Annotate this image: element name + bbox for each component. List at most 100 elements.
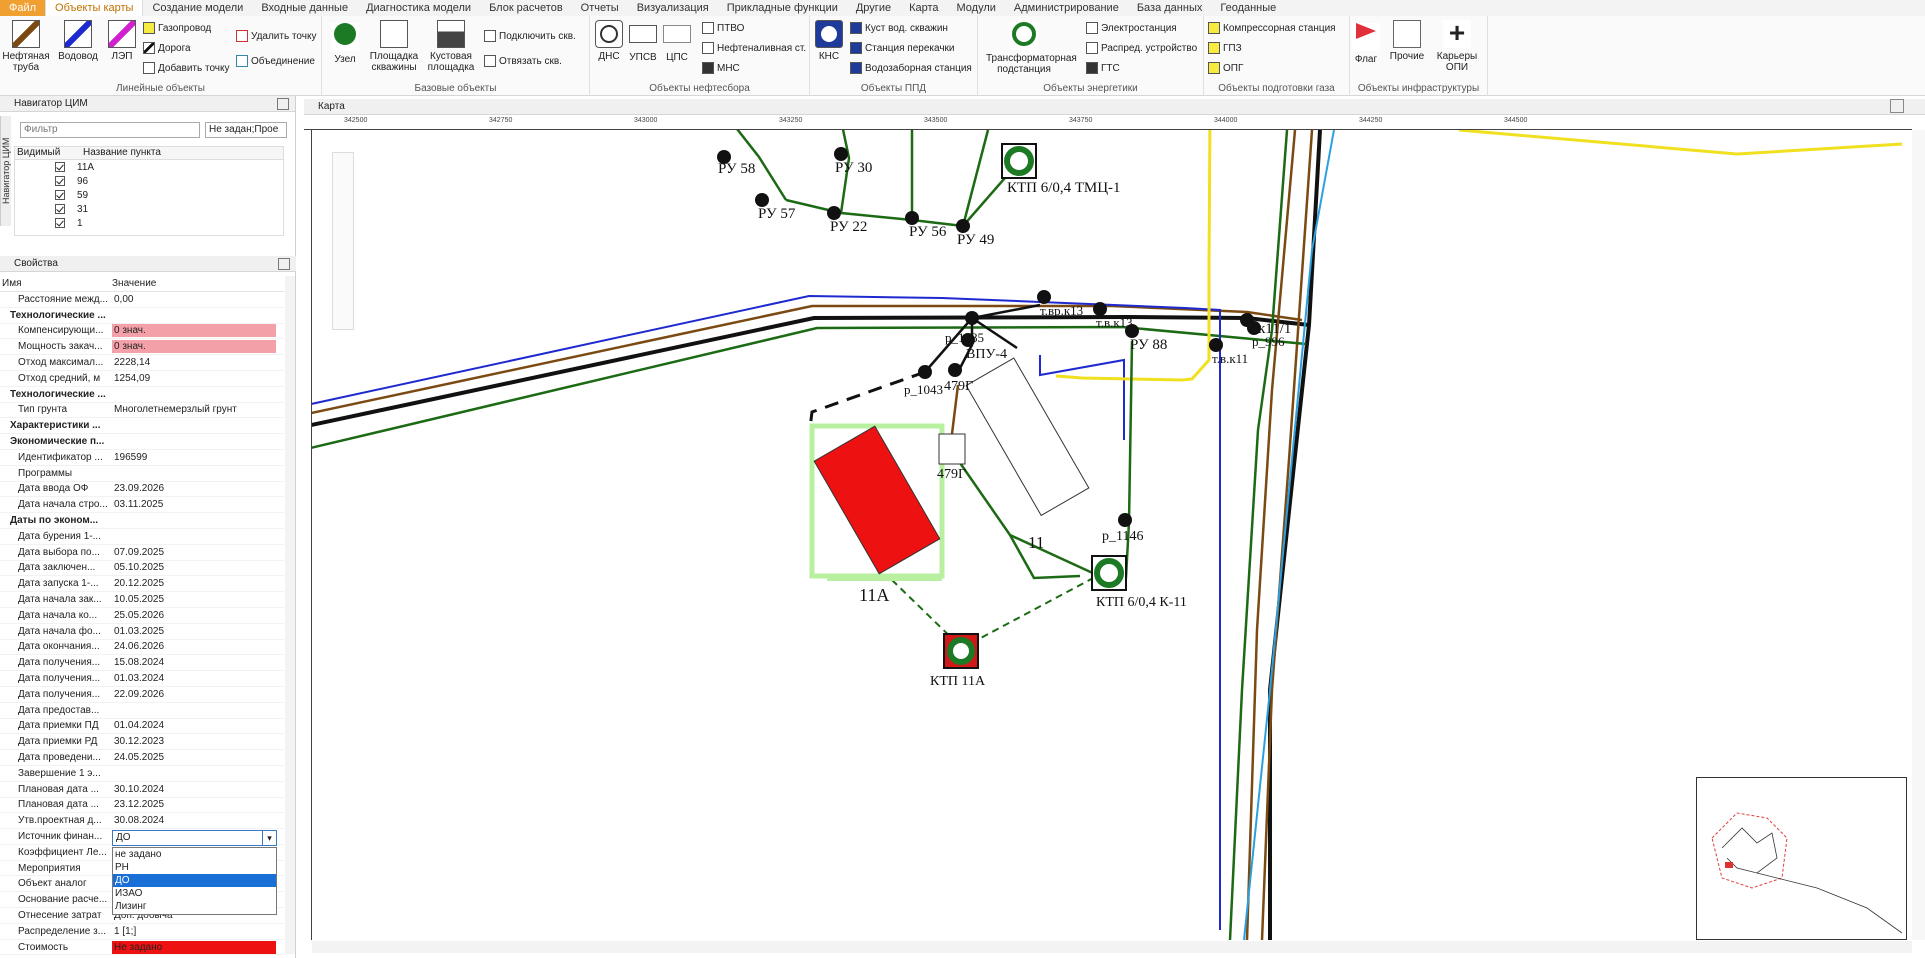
navigator-row[interactable]: 96 [15, 174, 283, 188]
visibility-checkbox[interactable] [55, 204, 65, 214]
property-value[interactable] [112, 467, 276, 480]
property-row[interactable]: Дата начала стро... 03.11.2025 [0, 497, 284, 514]
property-row[interactable]: Отход максимал... 2228,14 [0, 355, 284, 371]
dropdown-option[interactable]: ИЗАО [113, 887, 276, 900]
property-value[interactable] [112, 530, 276, 543]
property-row[interactable]: Дата начала ко... 25.05.2026 [0, 608, 284, 624]
property-row[interactable]: Компенсирующи... 0 знач. [0, 324, 284, 340]
node-button[interactable]: Узел [328, 20, 362, 65]
loading-station-button[interactable]: Нефтеналивная ст. [702, 41, 806, 55]
property-row[interactable]: Экономические п... [0, 434, 284, 450]
remove-point-button[interactable]: Удалить точку [236, 29, 316, 43]
property-value[interactable]: 15.08.2024 [112, 656, 276, 669]
navigator-row[interactable]: 31 [15, 202, 283, 216]
distribution-button[interactable]: Распред. устройство [1086, 41, 1197, 55]
property-value[interactable] [112, 767, 276, 780]
property-value[interactable] [112, 388, 276, 401]
property-row[interactable]: Дата начала фо... 01.03.2025 [0, 624, 284, 640]
property-row[interactable]: Дата предостав... [0, 703, 284, 719]
map-vertical-scrollbar[interactable] [1912, 130, 1925, 940]
menu-item[interactable]: Файл [0, 0, 46, 16]
pin-icon[interactable] [277, 98, 289, 110]
property-value[interactable]: 07.09.2025 [112, 546, 276, 559]
visibility-checkbox[interactable] [55, 190, 65, 200]
property-row[interactable]: Идентификатор ... 196599 [0, 450, 284, 466]
property-value[interactable] [112, 514, 276, 527]
property-value[interactable]: 05.10.2025 [112, 561, 276, 574]
menu-item[interactable]: Визуализация [628, 0, 718, 16]
property-row[interactable]: Дата приемки РД 30.12.2023 [0, 734, 284, 751]
pump-station-button[interactable]: Станция перекачки [850, 41, 955, 55]
menu-item[interactable]: Прикладные функции [718, 0, 847, 16]
cps-button[interactable]: ЦПС [662, 20, 692, 63]
property-value[interactable]: 30.08.2024 [112, 814, 276, 827]
property-value[interactable] [112, 419, 276, 432]
detach-well-button[interactable]: Отвязать скв. [484, 54, 562, 68]
property-value[interactable]: 22.09.2026 [112, 688, 276, 701]
map-canvas[interactable]: РУ 58 РУ 57 РУ 30 РУ 22 РУ 56 РУ 49 КТП … [312, 130, 1912, 940]
dropdown-option[interactable]: ДО [113, 874, 276, 887]
navigator-row[interactable]: 59 [15, 188, 283, 202]
property-value[interactable] [112, 435, 276, 448]
property-value[interactable]: 0,00 [112, 293, 276, 306]
property-value[interactable]: 03.11.2025 [112, 498, 276, 511]
property-value[interactable]: 23.09.2026 [112, 482, 276, 495]
visibility-checkbox[interactable] [55, 176, 65, 186]
property-value[interactable]: 01.03.2024 [112, 672, 276, 685]
power-plant-button[interactable]: Электростанция [1086, 21, 1177, 35]
menu-item[interactable]: Объекты карты [45, 0, 144, 16]
property-value[interactable]: 10.05.2025 [112, 593, 276, 606]
property-value[interactable]: 24.06.2026 [112, 640, 276, 653]
merge-button[interactable]: Объединение [236, 54, 315, 68]
navigator-row[interactable]: 1 [15, 216, 283, 230]
visibility-checkbox[interactable] [55, 218, 65, 228]
quarries-button[interactable]: + Карьеры ОПИ [1432, 19, 1482, 74]
filter-input[interactable]: Фильтр [20, 122, 200, 138]
ptvo-button[interactable]: ПТВО [702, 21, 744, 35]
transformer-substation-button[interactable]: Трансформаторная подстанция [986, 20, 1077, 75]
minimap[interactable] [1696, 777, 1907, 940]
upsv-button[interactable]: УПСВ [628, 20, 658, 63]
property-row[interactable]: Дата приемки ПД 01.04.2024 [0, 719, 284, 735]
pin-icon[interactable] [278, 258, 290, 270]
dropdown-option[interactable]: РН [113, 861, 276, 874]
property-value[interactable]: 24.05.2025 [112, 751, 276, 764]
oil-pipe-button[interactable]: Нефтяная труба [2, 20, 50, 73]
property-row[interactable]: Дата получения... 01.03.2024 [0, 671, 284, 687]
water-pipe-button[interactable]: Водовод [56, 20, 100, 62]
property-row[interactable]: Распределение з... 1 [1;] [0, 924, 284, 940]
menu-item[interactable]: Диагностика модели [357, 0, 480, 16]
gpz-button[interactable]: ГПЗ [1208, 41, 1242, 55]
menu-item[interactable]: База данных [1128, 0, 1212, 16]
property-row[interactable]: Дата выбора по... 07.09.2025 [0, 545, 284, 561]
property-row[interactable]: Утв.проектная д... 30.08.2024 [0, 813, 284, 830]
add-point-button[interactable]: Добавить точку [143, 61, 229, 75]
flag-button[interactable]: Флаг [1350, 20, 1382, 65]
property-row[interactable]: Расстояние межд... 0,00 [0, 292, 284, 308]
menu-item[interactable]: Входные данные [252, 0, 357, 16]
property-row[interactable]: Дата получения... 15.08.2024 [0, 655, 284, 672]
menu-item[interactable]: Администрирование [1005, 0, 1128, 16]
map-horizontal-scrollbar[interactable] [312, 941, 1912, 953]
gts-button[interactable]: ГТС [1086, 61, 1120, 75]
chevron-down-icon[interactable]: ▾ [262, 831, 276, 845]
properties-scrollbar[interactable] [285, 276, 295, 954]
opg-button[interactable]: ОПГ [1208, 61, 1243, 75]
property-row[interactable]: Мощность закач... 0 знач. [0, 339, 284, 356]
property-value[interactable]: 30.12.2023 [112, 735, 276, 748]
property-value[interactable]: Не задано [112, 940, 276, 954]
property-value[interactable]: 1254,09 [112, 372, 276, 385]
financing-source-select[interactable]: ДО ▾ [112, 830, 277, 846]
property-row[interactable]: Технологические ... [0, 308, 284, 324]
power-line-button[interactable]: ЛЭП [104, 20, 140, 62]
property-row[interactable]: Дата начала зак... 10.05.2025 [0, 592, 284, 608]
property-row[interactable]: Стоимость Не задано [0, 940, 284, 956]
property-value[interactable]: 25.05.2026 [112, 609, 276, 622]
expand-icon[interactable] [1890, 99, 1904, 113]
mns-button[interactable]: МНС [702, 61, 740, 75]
property-row[interactable]: Программы [0, 466, 284, 482]
menu-item[interactable]: Геоданные [1211, 0, 1285, 16]
property-row[interactable]: Завершение 1 э... [0, 766, 284, 782]
menu-item[interactable]: Другие [847, 0, 900, 16]
property-value[interactable]: 0 знач. [112, 324, 276, 338]
